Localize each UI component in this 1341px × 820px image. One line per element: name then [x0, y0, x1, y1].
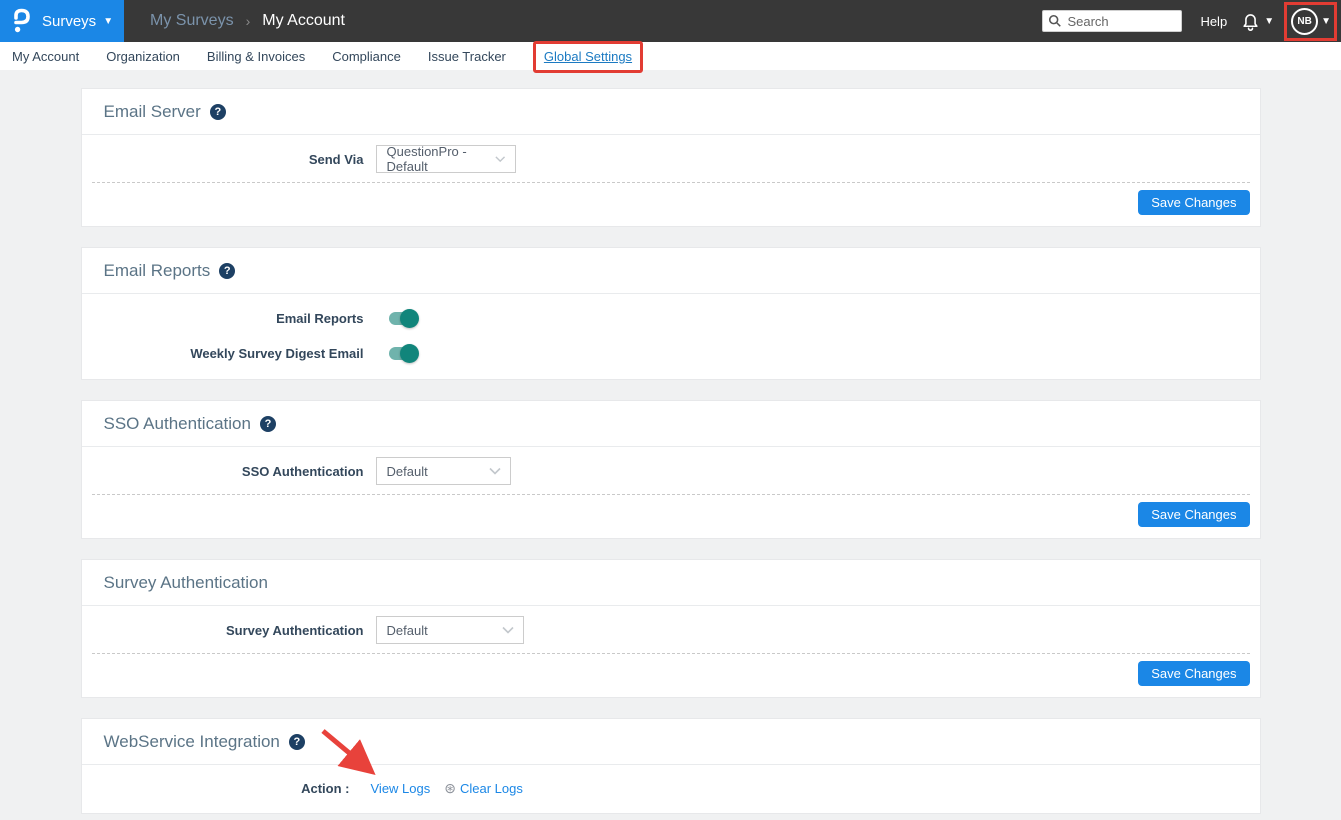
bell-icon: [1241, 11, 1260, 32]
product-switcher[interactable]: Surveys ▼: [0, 0, 124, 42]
survey-auth-save-row: Save Changes: [82, 654, 1260, 697]
section-title: WebService Integration: [104, 732, 280, 752]
toggle-label: Weekly Survey Digest Email: [82, 346, 364, 361]
chevron-down-icon: ▼: [103, 16, 113, 27]
chevron-down-icon: [489, 467, 501, 475]
topbar-actions: Help ▼ NB ▼: [1042, 2, 1341, 41]
webservice-integration-header: WebService Integration ?: [82, 719, 1260, 765]
help-icon[interactable]: ?: [219, 263, 235, 279]
save-button[interactable]: Save Changes: [1138, 190, 1249, 215]
tab-organization[interactable]: Organization: [106, 49, 180, 64]
help-icon[interactable]: ?: [260, 416, 276, 432]
toggle-knob: [400, 309, 419, 328]
webservice-action-row: Action : View Logs ⊛ Clear Logs: [82, 765, 1260, 813]
section-title: Email Reports: [104, 261, 211, 281]
send-via-value: QuestionPro - Default: [387, 144, 496, 174]
tab-compliance[interactable]: Compliance: [332, 49, 401, 64]
email-reports-toggle-row: Email Reports: [82, 308, 1260, 328]
help-link[interactable]: Help: [1200, 14, 1227, 29]
chevron-down-icon: [495, 155, 505, 163]
search-icon: [1048, 14, 1062, 28]
view-logs-link[interactable]: View Logs: [371, 781, 431, 796]
tab-global-settings[interactable]: Global Settings: [544, 49, 632, 64]
section-title: SSO Authentication: [104, 414, 251, 434]
save-button[interactable]: Save Changes: [1138, 661, 1249, 686]
search-input[interactable]: [1042, 10, 1182, 32]
toggle-knob: [400, 344, 419, 363]
survey-authentication-value: Default: [387, 623, 428, 638]
tab-billing-invoices[interactable]: Billing & Invoices: [207, 49, 305, 64]
survey-authentication-row: Survey Authentication Default: [82, 606, 1260, 653]
product-menu-label: Surveys: [42, 13, 96, 30]
help-icon[interactable]: ?: [289, 734, 305, 750]
toggle-label: Email Reports: [82, 311, 364, 326]
global-settings-annotation-box: Global Settings: [533, 41, 643, 73]
sso-authentication-row: SSO Authentication Default: [82, 447, 1260, 494]
top-bar: Surveys ▼ My Surveys › My Account Help ▼…: [0, 0, 1341, 42]
email-reports-toggles: Email Reports Weekly Survey Digest Email: [82, 294, 1260, 379]
survey-authentication-select[interactable]: Default: [376, 616, 524, 644]
email-reports-toggle[interactable]: [389, 312, 416, 325]
send-via-select[interactable]: QuestionPro - Default: [376, 145, 516, 173]
account-tabs: My Account Organization Billing & Invoic…: [0, 42, 1341, 70]
breadcrumb-current: My Account: [262, 12, 345, 30]
breadcrumb-separator: ›: [246, 13, 251, 29]
breadcrumb-my-surveys[interactable]: My Surveys: [150, 12, 234, 30]
save-button[interactable]: Save Changes: [1138, 502, 1249, 527]
clear-logs-link[interactable]: ⊛ Clear Logs: [444, 780, 523, 797]
clear-circle-x-icon: ⊛: [444, 780, 456, 797]
avatar[interactable]: NB: [1291, 8, 1318, 35]
survey-authentication-label: Survey Authentication: [82, 623, 364, 638]
sso-save-row: Save Changes: [82, 495, 1260, 538]
weekly-digest-toggle[interactable]: [389, 347, 416, 360]
chevron-down-icon: ▼: [1264, 16, 1274, 27]
questionpro-logo-icon: [12, 8, 32, 34]
webservice-integration-section: WebService Integration ? Action : View L…: [81, 718, 1261, 814]
email-reports-section: Email Reports ? Email Reports Weekly Sur…: [81, 247, 1261, 380]
avatar-annotation-box: NB ▼: [1284, 2, 1337, 41]
settings-content: Email Server ? Send Via QuestionPro - De…: [0, 70, 1341, 814]
sso-authentication-header: SSO Authentication ?: [82, 401, 1260, 447]
action-label: Action :: [82, 781, 350, 796]
sso-authentication-select[interactable]: Default: [376, 457, 511, 485]
notifications-menu[interactable]: ▼: [1241, 11, 1274, 32]
email-reports-header: Email Reports ?: [82, 248, 1260, 294]
search-box: [1042, 10, 1182, 32]
breadcrumb: My Surveys › My Account: [150, 12, 345, 30]
weekly-digest-toggle-row: Weekly Survey Digest Email: [82, 343, 1260, 363]
clear-logs-label: Clear Logs: [460, 781, 523, 796]
sso-authentication-value: Default: [387, 464, 428, 479]
email-server-header: Email Server ?: [82, 89, 1260, 135]
tab-issue-tracker[interactable]: Issue Tracker: [428, 49, 506, 64]
sso-authentication-section: SSO Authentication ? SSO Authentication …: [81, 400, 1261, 539]
send-via-label: Send Via: [82, 152, 364, 167]
send-via-row: Send Via QuestionPro - Default: [82, 135, 1260, 182]
section-title: Survey Authentication: [104, 573, 268, 593]
email-server-save-row: Save Changes: [82, 183, 1260, 226]
section-title: Email Server: [104, 102, 201, 122]
tab-my-account[interactable]: My Account: [12, 49, 79, 64]
survey-authentication-section: Survey Authentication Survey Authenticat…: [81, 559, 1261, 698]
chevron-down-icon: [502, 626, 514, 634]
sso-authentication-label: SSO Authentication: [82, 464, 364, 479]
survey-authentication-header: Survey Authentication: [82, 560, 1260, 606]
help-icon[interactable]: ?: [210, 104, 226, 120]
chevron-down-icon: ▼: [1321, 16, 1331, 27]
email-server-section: Email Server ? Send Via QuestionPro - De…: [81, 88, 1261, 227]
